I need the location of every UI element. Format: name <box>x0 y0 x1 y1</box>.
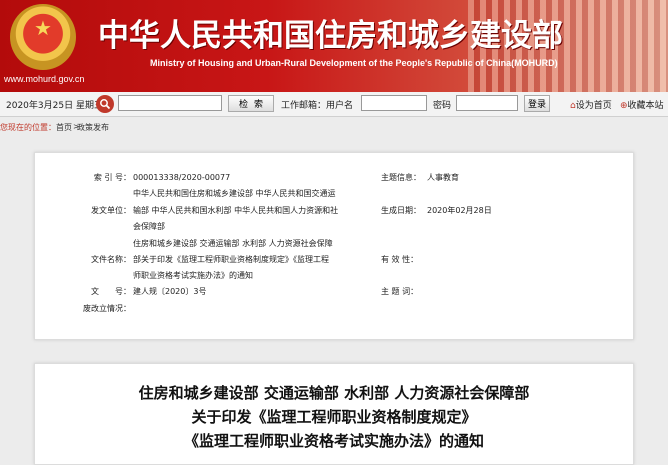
breadcrumb-label: 您现在的位置： <box>0 123 56 132</box>
issuer-line: 会保障部 <box>133 222 165 231</box>
index-label: 索 引 号： <box>93 173 131 182</box>
login-button[interactable]: 登录 <box>524 95 550 112</box>
topic-label: 主题信息： <box>381 173 421 182</box>
filename-line: 住房和城乡建设部 交通运输部 水利部 人力资源社会保障 <box>133 239 333 248</box>
topic-value: 人事教育 <box>427 173 459 182</box>
workspace-username-label: 工作邮箱：用户名 <box>281 101 354 111</box>
filename-line: 部关于印发《监理工程师职业资格制度规定》《监理工程 <box>133 255 329 264</box>
password-input[interactable] <box>456 95 518 111</box>
set-homepage-label: 设为首页 <box>575 101 612 111</box>
docno-label: 文 号： <box>91 287 131 296</box>
docno-value: 建人规〔2020〕3号 <box>133 287 207 296</box>
repeal-label: 废改立情况： <box>83 304 131 313</box>
set-homepage-link[interactable]: ⌂设为首页 <box>570 98 612 111</box>
issuer-line: 输部 中华人民共和国水利部 中华人民共和国人力资源和社 <box>133 206 339 215</box>
toolbar: 2020年3月25日 星期三 检索 工作邮箱：用户名 密码 登录 ⌂设为首页 ⊕… <box>0 92 668 117</box>
keyword-label: 主 题 词： <box>381 287 419 296</box>
document-title-line: 关于印发《监理工程师职业资格制度规定》 <box>191 408 477 426</box>
document-metadata-panel: 索 引 号： 000013338/2020-00077 主题信息： 人事教育 中… <box>34 152 634 340</box>
search-button[interactable]: 检索 <box>228 95 274 112</box>
search-icon[interactable] <box>96 95 114 113</box>
index-value: 000013338/2020-00077 <box>133 173 231 182</box>
password-label: 密码 <box>433 101 452 111</box>
document-title-line: 住房和城乡建设部 交通运输部 水利部 人力资源社会保障部 <box>138 384 530 402</box>
validity-label: 有 效 性： <box>381 255 419 264</box>
filename-label: 文件名称： <box>91 255 131 264</box>
add-favorite-link[interactable]: ⊕收藏本站 <box>620 98 664 111</box>
issuer-line: 中华人民共和国住房和城乡建设部 中华人民共和国交通运 <box>133 189 336 198</box>
date-value: 2020年02月28日 <box>427 206 492 215</box>
date-label: 生成日期： <box>381 206 421 215</box>
site-title: 中华人民共和国住房和城乡建设部 <box>98 18 563 54</box>
favorite-icon: ⊕ <box>620 101 628 111</box>
header-banner: ★ www.mohurd.gov.cn 中华人民共和国住房和城乡建设部 Mini… <box>0 0 668 92</box>
breadcrumb-current-link[interactable]: 政策发布 <box>77 122 109 133</box>
username-input[interactable] <box>361 95 427 111</box>
national-emblem-icon: ★ <box>10 4 76 70</box>
site-url[interactable]: www.mohurd.gov.cn <box>4 74 84 84</box>
document-title-line: 《监理工程师职业资格考试实施办法》的通知 <box>183 432 484 450</box>
breadcrumb-home-link[interactable]: 首页 <box>56 122 72 133</box>
add-favorite-label: 收藏本站 <box>627 101 664 111</box>
issuer-label: 发文单位： <box>91 206 131 215</box>
current-date: 2020年3月25日 星期三 <box>6 101 103 111</box>
breadcrumb: 您现在的位置： 首页 > 政策发布 <box>0 117 668 135</box>
site-title-english: Ministry of Housing and Urban-Rural Deve… <box>150 58 558 68</box>
search-input[interactable] <box>118 95 222 111</box>
filename-line: 师职业资格考试实施办法》的通知 <box>133 271 253 280</box>
